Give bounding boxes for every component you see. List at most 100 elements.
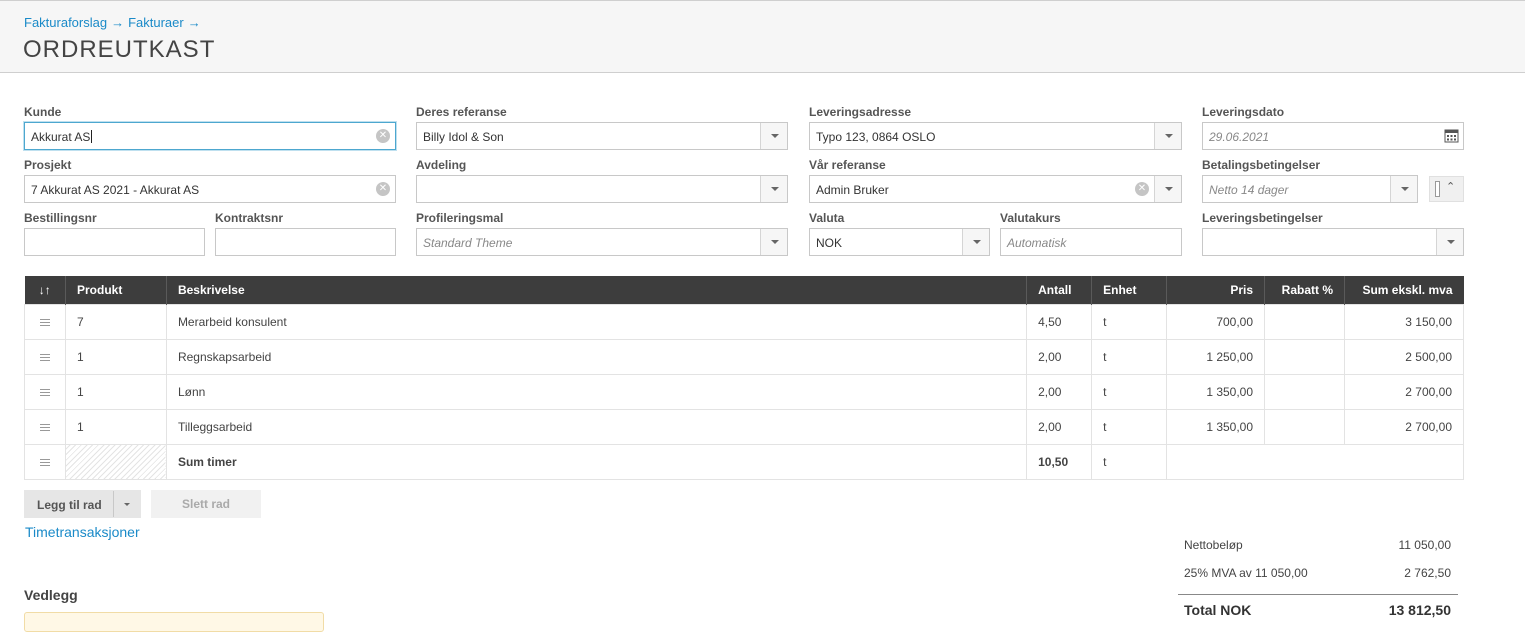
drag-handle-icon [40, 423, 50, 431]
breadcrumb-arrow-icon: → [111, 15, 125, 30]
breadcrumb-fakturaer[interactable]: Fakturaer [128, 15, 184, 30]
betalingsbetingelser-placeholder: Netto 14 dager [1209, 183, 1289, 197]
text-cursor [91, 130, 93, 143]
avdeling-label: Avdeling [416, 158, 467, 172]
column-header-produkt[interactable]: Produkt [65, 276, 167, 304]
cell-beskrivelse[interactable]: Merarbeid konsulent [165, 303, 1028, 340]
cell-produkt-disabled [64, 443, 167, 480]
calendar-icon[interactable] [1444, 128, 1459, 143]
kunde-input[interactable]: Akkurat AS ✕ [24, 122, 396, 150]
cell-beskrivelse[interactable]: Lønn [165, 373, 1028, 410]
cell-pris[interactable]: 1 250,00 [1166, 338, 1266, 375]
table-row[interactable]: 1 Tilleggsarbeid 2,00 t 1 350,00 2 700,0… [24, 408, 1464, 445]
leveringsbetingelser-label: Leveringsbetingelser [1202, 211, 1323, 225]
table-row[interactable]: 1 Lønn 2,00 t 1 350,00 2 700,00 [24, 373, 1464, 410]
attachments-dropzone[interactable] [24, 612, 324, 632]
page-title: ORDREUTKAST [23, 36, 216, 63]
cell-rabatt[interactable] [1264, 408, 1345, 445]
mva-value: 2 762,50 [1404, 566, 1451, 580]
cell-rabatt[interactable] [1264, 303, 1345, 340]
clear-icon[interactable]: ✕ [376, 182, 390, 196]
valutakurs-input[interactable]: Automatisk [1000, 228, 1182, 256]
valuta-value: NOK [816, 236, 843, 250]
add-row-button[interactable]: Legg til rad [24, 490, 141, 518]
cell-produkt[interactable]: 1 [64, 408, 167, 445]
avdeling-select[interactable] [416, 175, 788, 203]
betalingsbetingelser-select[interactable]: Netto 14 dager [1202, 175, 1418, 203]
chevron-down-icon[interactable] [1390, 176, 1417, 202]
panel-icon [1435, 181, 1440, 197]
cell-antall[interactable]: 2,00 [1026, 373, 1093, 410]
column-header-enhet[interactable]: Enhet [1091, 276, 1168, 304]
leveringsadresse-select[interactable]: Typo 123, 0864 OSLO [809, 122, 1182, 150]
bestillingsnr-input[interactable] [24, 228, 205, 256]
total-label: Total NOK [1184, 602, 1252, 618]
column-header-beskrivelse[interactable]: Beskrivelse [166, 276, 1028, 304]
sum-row: Sum timer 10,50 t [24, 443, 1464, 480]
attachments-title: Vedlegg [24, 587, 78, 603]
deres-referanse-select[interactable]: Billy Idol & Son [416, 122, 788, 150]
cell-sum: 3 150,00 [1344, 303, 1464, 340]
column-header-antall[interactable]: Antall [1026, 276, 1093, 304]
table-row[interactable]: 1 Regnskapsarbeid 2,00 t 1 250,00 2 500,… [24, 338, 1464, 375]
profileringsmal-select[interactable]: Standard Theme [416, 228, 788, 256]
breadcrumb-arrow-icon: → [187, 15, 201, 30]
timetransaksjoner-link[interactable]: Timetransaksjoner [25, 524, 140, 540]
column-header-pris[interactable]: Pris [1166, 276, 1266, 304]
drag-handle[interactable] [24, 303, 66, 340]
collapse-button[interactable]: ⌃ [1429, 176, 1464, 202]
cell-enhet[interactable]: t [1091, 338, 1168, 375]
drag-handle[interactable] [24, 443, 66, 480]
cell-enhet[interactable]: t [1091, 408, 1168, 445]
cell-beskrivelse[interactable]: Tilleggsarbeid [165, 408, 1028, 445]
leveringsbetingelser-select[interactable] [1202, 228, 1464, 256]
cell-produkt[interactable]: 1 [64, 373, 167, 410]
cell-sum: 2 700,00 [1344, 408, 1464, 445]
delete-row-button[interactable]: Slett rad [151, 490, 261, 518]
chevron-down-icon[interactable] [760, 123, 787, 149]
cell-enhet[interactable]: t [1091, 303, 1168, 340]
sort-header[interactable]: ↓↑ [24, 276, 66, 304]
betalingsbetingelser-label: Betalingsbetingelser [1202, 158, 1321, 172]
totals-divider [1178, 594, 1458, 595]
mva-label: 25% MVA av 11 050,00 [1184, 566, 1308, 580]
breadcrumb-fakturaforslag[interactable]: Fakturaforslag [24, 15, 107, 30]
kontraktsnr-input[interactable] [215, 228, 396, 256]
column-header-sum[interactable]: Sum ekskl. mva [1344, 276, 1464, 304]
cell-rabatt[interactable] [1264, 373, 1345, 410]
cell-produkt[interactable]: 1 [64, 338, 167, 375]
chevron-down-icon[interactable] [1154, 123, 1181, 149]
cell-pris[interactable]: 1 350,00 [1166, 408, 1266, 445]
kunde-value: Akkurat AS [31, 130, 93, 144]
prosjekt-input[interactable]: 7 Akkurat AS 2021 - Akkurat AS ✕ [24, 175, 396, 203]
chevron-down-icon[interactable] [760, 229, 787, 255]
var-referanse-select[interactable]: Admin Bruker ✕ [809, 175, 1182, 203]
chevron-down-icon[interactable] [760, 176, 787, 202]
cell-pris[interactable]: 700,00 [1166, 303, 1266, 340]
drag-handle[interactable] [24, 338, 66, 375]
clear-icon[interactable]: ✕ [376, 129, 390, 143]
cell-beskrivelse[interactable]: Regnskapsarbeid [165, 338, 1028, 375]
cell-antall[interactable]: 2,00 [1026, 408, 1093, 445]
breadcrumb: Fakturaforslag → Fakturaer → [24, 15, 205, 30]
chevron-up-icon: ⌃ [1446, 181, 1456, 193]
column-header-rabatt[interactable]: Rabatt % [1264, 276, 1345, 304]
cell-antall[interactable]: 2,00 [1026, 338, 1093, 375]
leveringsdato-input[interactable]: 29.06.2021 [1202, 122, 1464, 150]
cell-enhet[interactable]: t [1091, 373, 1168, 410]
chevron-down-icon[interactable] [113, 491, 140, 517]
table-row[interactable]: 7 Merarbeid konsulent 4,50 t 700,00 3 15… [24, 303, 1464, 340]
valuta-label: Valuta [809, 211, 845, 225]
var-referanse-value: Admin Bruker [816, 183, 889, 197]
valuta-select[interactable]: NOK [809, 228, 990, 256]
chevron-down-icon[interactable] [1154, 176, 1181, 202]
clear-icon[interactable]: ✕ [1135, 182, 1149, 196]
chevron-down-icon[interactable] [1436, 229, 1463, 255]
chevron-down-icon[interactable] [962, 229, 989, 255]
cell-produkt[interactable]: 7 [64, 303, 167, 340]
cell-antall[interactable]: 4,50 [1026, 303, 1093, 340]
cell-rabatt[interactable] [1264, 338, 1345, 375]
cell-pris[interactable]: 1 350,00 [1166, 373, 1266, 410]
drag-handle[interactable] [24, 408, 66, 445]
drag-handle[interactable] [24, 373, 66, 410]
